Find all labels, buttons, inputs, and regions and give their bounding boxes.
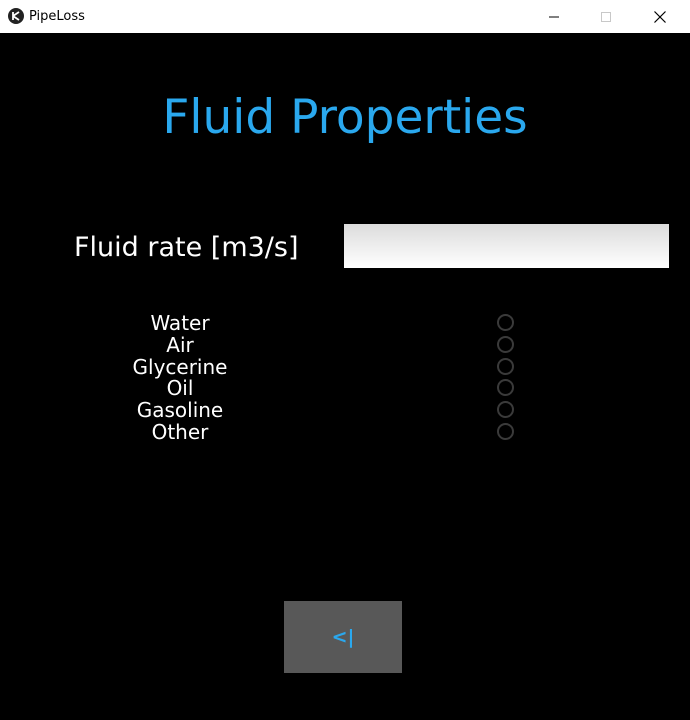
fluid-option-glycerine[interactable]: Glycerine: [0, 354, 690, 379]
page-title: Fluid Properties: [162, 90, 528, 145]
radio-button-oil[interactable]: [497, 379, 514, 397]
close-button[interactable]: [637, 0, 683, 33]
fluid-option-label: Oil: [166, 376, 194, 401]
radio-button-water[interactable]: [497, 314, 514, 331]
fluid-option-label: Air: [166, 332, 194, 357]
minimize-button[interactable]: [531, 0, 577, 33]
radio-button-air[interactable]: [497, 335, 514, 353]
radio-button-other[interactable]: [497, 422, 514, 440]
app-icon: [8, 8, 24, 24]
fluid-option-other[interactable]: Other: [0, 419, 690, 444]
fluid-option-gasoline[interactable]: Gasoline: [0, 398, 690, 423]
window-title: PipeLoss: [29, 9, 85, 24]
fluid-rate-label: Fluid rate [m3/s]: [74, 232, 299, 263]
fluid-rate-input[interactable]: [344, 224, 669, 268]
minimize-icon: [549, 16, 559, 17]
radio-button-glycerine[interactable]: [497, 357, 514, 375]
maximize-icon: [601, 11, 611, 22]
fluid-option-label: Gasoline: [136, 398, 224, 423]
title-bar[interactable]: PipeLoss: [0, 0, 690, 33]
fluid-type-list: Water Air Glycerine Oil Gasoline Other: [0, 311, 690, 444]
maximize-button[interactable]: [583, 0, 629, 33]
fluid-option-air[interactable]: Air: [0, 332, 690, 357]
fluid-option-label: Glycerine: [132, 354, 228, 379]
fluid-option-water[interactable]: Water: [0, 311, 690, 335]
back-button[interactable]: <|: [284, 601, 402, 673]
fluid-option-label: Water: [150, 311, 210, 335]
fluid-option-label: Other: [151, 419, 209, 444]
fluid-option-oil[interactable]: Oil: [0, 378, 690, 400]
close-icon: [654, 10, 666, 23]
radio-button-gasoline[interactable]: [497, 401, 514, 419]
app-window: PipeLoss Fluid Properties Fluid rate [m3…: [0, 0, 690, 720]
